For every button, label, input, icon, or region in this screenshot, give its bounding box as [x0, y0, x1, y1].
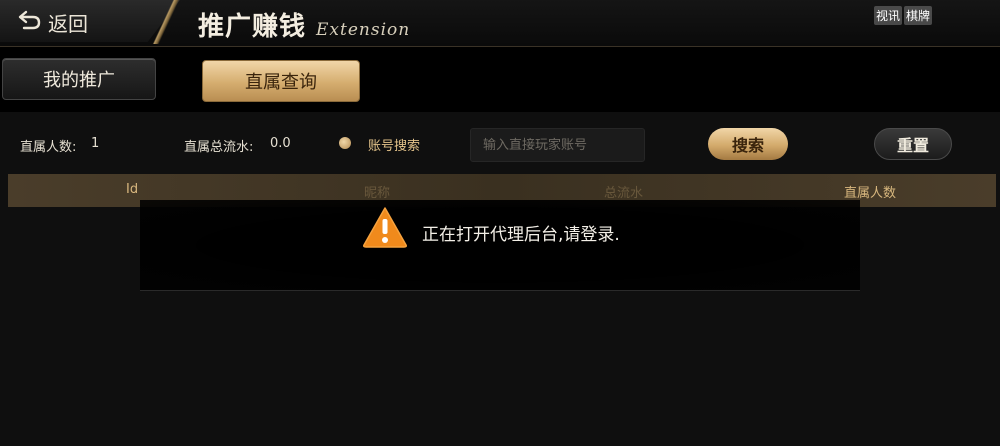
back-arrow-icon [18, 9, 48, 36]
page-title: 推广赚钱 Extension [198, 6, 410, 43]
column-header-nickname: 昵称 [364, 186, 391, 201]
watermark-part-2: 棋牌 [904, 6, 933, 25]
account-search-label[interactable]: 账号搜索 [368, 135, 420, 154]
search-button[interactable]: 搜索 [708, 128, 788, 160]
column-header-direct-count: 直属人数 [844, 186, 897, 201]
column-header-total-flow: 总流水 [604, 186, 644, 201]
toast-text: 正在打开代理后台,请登录. [422, 225, 620, 245]
column-header-id: Id [126, 182, 139, 197]
header-bar: 返回 推广赚钱 Extension 视讯 棋牌 [0, 0, 1000, 47]
header-divider [142, 0, 192, 44]
total-flow-label: 直属总流水: [184, 140, 254, 155]
direct-count-value: 1 [91, 136, 100, 151]
tab-direct-query[interactable]: 直属查询 [202, 60, 360, 102]
account-search-input[interactable] [470, 128, 645, 162]
direct-count-label: 直属人数: [20, 140, 77, 155]
back-button[interactable]: 返回 [18, 7, 88, 37]
account-search-radio[interactable] [339, 137, 351, 149]
page-title-cn: 推广赚钱 [198, 12, 307, 42]
toast-message: 正在打开代理后台,请登录. [140, 200, 860, 291]
filter-bar: 直属人数: 1 直属总流水: 0.0 账号搜索 搜索 重置 [0, 112, 1000, 174]
reset-button[interactable]: 重置 [874, 128, 952, 160]
watermark-part-1: 视讯 [874, 6, 903, 25]
total-flow-value: 0.0 [270, 136, 291, 151]
tab-my-promotion[interactable]: 我的推广 [2, 58, 156, 100]
page-title-en: Extension [316, 20, 411, 40]
warning-icon [362, 206, 408, 252]
back-label: 返回 [48, 11, 88, 36]
watermark-logo: 视讯 棋牌 [874, 6, 933, 25]
